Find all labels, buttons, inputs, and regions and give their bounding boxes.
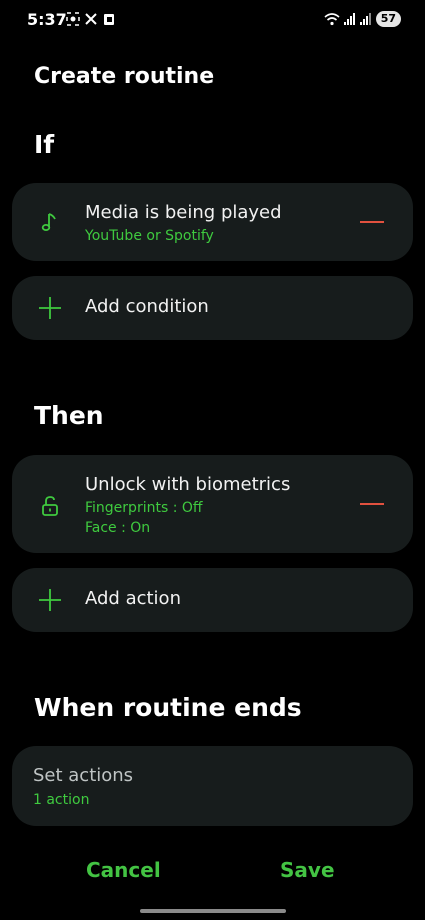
- page-title: Create routine: [34, 64, 215, 89]
- x-app-icon: [85, 13, 97, 25]
- ends-section-title: When routine ends: [34, 693, 302, 722]
- action-detail-fingerprints: Fingerprints : Off: [85, 500, 203, 516]
- unlock-icon: [38, 494, 62, 518]
- add-condition-button[interactable]: Add condition: [12, 276, 413, 340]
- if-section-title: If: [34, 130, 55, 159]
- status-left-icons: [66, 12, 116, 26]
- set-actions-title: Set actions: [33, 765, 134, 786]
- home-indicator[interactable]: [140, 909, 286, 913]
- status-bar: 5:37 57: [0, 0, 425, 40]
- remove-action-button[interactable]: [359, 494, 385, 514]
- set-actions-count: 1 action: [33, 792, 90, 808]
- condition-subtitle: YouTube or Spotify: [85, 228, 214, 244]
- battery-indicator: 57: [375, 11, 401, 27]
- condition-title: Media is being played: [85, 202, 282, 223]
- action-title: Unlock with biometrics: [85, 474, 291, 495]
- remove-condition-button[interactable]: [359, 212, 385, 232]
- cancel-button[interactable]: Cancel: [86, 858, 161, 882]
- then-section-title: Then: [34, 401, 104, 430]
- save-button[interactable]: Save: [280, 858, 335, 882]
- status-right-icons: 57: [324, 11, 401, 27]
- action-card-biometrics[interactable]: Unlock with biometrics Fingerprints : Of…: [12, 455, 413, 553]
- status-time: 5:37: [27, 10, 67, 29]
- set-actions-card[interactable]: Set actions 1 action: [12, 746, 413, 826]
- add-action-label: Add action: [85, 588, 181, 609]
- signal-icon: [359, 13, 371, 25]
- minus-icon: [360, 221, 384, 223]
- action-detail-face: Face : On: [85, 520, 151, 536]
- wifi-icon: [324, 13, 340, 26]
- condition-card-media[interactable]: Media is being played YouTube or Spotify: [12, 183, 413, 261]
- add-condition-label: Add condition: [85, 296, 209, 317]
- clipboard-icon: [104, 14, 114, 25]
- plus-icon: [38, 588, 62, 612]
- signal-icon: [343, 13, 355, 25]
- minus-icon: [360, 503, 384, 505]
- screenshot-icon: [66, 12, 80, 26]
- music-note-icon: [38, 210, 62, 234]
- add-action-button[interactable]: Add action: [12, 568, 413, 632]
- plus-icon: [38, 296, 62, 320]
